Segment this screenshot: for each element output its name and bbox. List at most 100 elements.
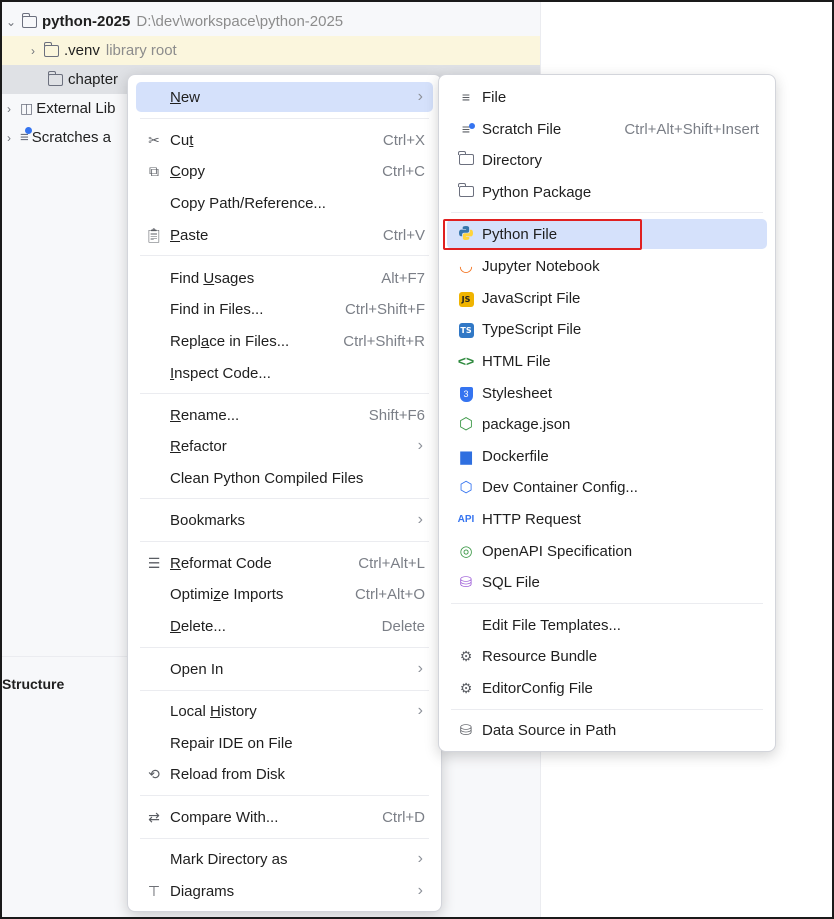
menu-item-find-in-files[interactable]: Find in Files... Ctrl+Shift+F [136, 294, 433, 324]
menu-item-repair-ide[interactable]: Repair IDE on File [136, 728, 433, 758]
chevron-right-icon[interactable]: › [26, 44, 40, 58]
menu-item-mark-directory[interactable]: Mark Directory as › [136, 844, 433, 874]
editorconfig-label: EditorConfig File [482, 679, 593, 697]
scratch-file-label: Scratch File [482, 120, 562, 138]
menu-item-copy-path[interactable]: Copy Path/Reference... [136, 188, 433, 218]
replace-post: ce in Files... [209, 332, 290, 350]
find-usages-pre: Find [170, 269, 204, 287]
compare-with-label: Compare With... [170, 808, 279, 826]
menu-item-copy[interactable]: ⧉ Copy Ctrl+C [136, 156, 433, 186]
new-item-resource-bundle[interactable]: ⚙ Resource Bundle [447, 641, 767, 671]
project-path: D:\dev\workspace\python-2025 [136, 13, 344, 30]
new-item-stylesheet[interactable]: 3 Stylesheet [447, 378, 767, 408]
menu-item-replace-in-files[interactable]: Replace in Files... Ctrl+Shift+R [136, 326, 433, 356]
menu-item-cut[interactable]: ✂ Cut Ctrl+X [136, 125, 433, 155]
cut-shortcut: Ctrl+X [382, 131, 425, 149]
chevron-right-icon: › [417, 511, 423, 528]
menu-item-reformat-code[interactable]: ☰ Reformat Code Ctrl+Alt+L [136, 548, 433, 578]
structure-title: Structure [2, 676, 65, 692]
new-item-directory[interactable]: Directory [447, 145, 767, 175]
menu-item-diagrams[interactable]: ⊤ Diagrams › [136, 876, 433, 906]
repair-ide-label: Repair IDE on File [170, 734, 293, 752]
chevron-right-icon[interactable]: › [2, 131, 16, 145]
menu-item-refactor[interactable]: Refactor › [136, 431, 433, 461]
css-icon: 3 [457, 384, 475, 402]
new-item-typescript[interactable]: TS TypeScript File [447, 314, 767, 344]
data-source-label: Data Source in Path [482, 721, 617, 739]
clipboard-icon: 📋︎ [145, 226, 163, 243]
external-libraries-label: External Lib [36, 100, 116, 117]
new-item-sql[interactable]: ⛁ SQL File [447, 567, 767, 597]
new-item-scratch-file[interactable]: ≡ Scratch File Ctrl+Alt+Shift+Insert [447, 114, 767, 144]
new-item-html[interactable]: <> HTML File [447, 346, 767, 376]
context-menu: New › ✂ Cut Ctrl+X ⧉ Copy Ctrl+C Copy Pa… [127, 74, 442, 912]
chevron-right-icon: › [417, 88, 423, 105]
file-lines-icon: ≡ [461, 89, 471, 105]
tree-row-project[interactable]: ⌄ python-2025 D:\dev\workspace\python-20… [0, 7, 540, 36]
menu-item-delete[interactable]: Delete... Delete [136, 611, 433, 641]
structure-panel-header: Structure [0, 656, 130, 716]
menu-item-reload-from-disk[interactable]: ⟲ Reload from Disk [136, 759, 433, 789]
javascript-label: JavaScript File [482, 289, 581, 307]
menu-item-clean-compiled[interactable]: Clean Python Compiled Files [136, 463, 433, 493]
menu-item-find-usages[interactable]: Find Usages Alt+F7 [136, 263, 433, 293]
menu-item-bookmarks[interactable]: Bookmarks › [136, 505, 433, 535]
tree-row-venv[interactable]: › .venv library root [0, 36, 540, 65]
menu-separator [140, 647, 429, 648]
replace-pre: Repl [170, 332, 201, 350]
chapter-label: chapter [68, 71, 119, 88]
chevron-right-icon[interactable]: › [2, 102, 16, 116]
paste-shortcut: Ctrl+V [382, 226, 425, 244]
menu-item-compare-with[interactable]: ⇄ Compare With... Ctrl+D [136, 802, 433, 832]
diagrams-label: Diagrams [170, 882, 235, 900]
reformat-icon: ☰ [147, 554, 161, 571]
scratch-file-icon: ≡ [457, 121, 475, 137]
chevron-right-icon: › [417, 702, 423, 719]
new-item-python-package[interactable]: Python Package [447, 177, 767, 207]
bookmarks-label: Bookmarks [170, 511, 246, 529]
new-item-edit-templates[interactable]: Edit File Templates... [447, 610, 767, 640]
menu-separator [451, 709, 763, 710]
rename-mnemonic: R [170, 406, 181, 424]
new-submenu: ≡ File ≡ Scratch File Ctrl+Alt+Shift+Ins… [438, 74, 776, 752]
new-item-openapi[interactable]: ◎ OpenAPI Specification [447, 536, 767, 566]
database-icon: ⛁ [459, 722, 473, 739]
new-item-dockerfile[interactable]: ▆ Dockerfile [447, 441, 767, 471]
new-item-dev-container[interactable]: ⬡ Dev Container Config... [447, 472, 767, 502]
new-item-file[interactable]: ≡ File [447, 82, 767, 112]
reformat-mnemonic: R [170, 554, 181, 572]
copy-label-mnemonic: C [170, 162, 181, 180]
copy-path-label: Copy Path/Reference... [170, 194, 326, 212]
find-usages-post: sages [214, 269, 255, 287]
html-icon: <> [457, 353, 475, 369]
reformat-post: eformat Code [180, 554, 272, 572]
menu-item-paste[interactable]: 📋︎ Paste Ctrl+V [136, 220, 433, 250]
database-icon: ⛁ [459, 574, 473, 591]
chevron-right-icon: › [417, 660, 423, 677]
clean-compiled-label: Clean Python Compiled Files [170, 469, 364, 487]
js-icon: JS [457, 289, 475, 307]
chevron-down-icon[interactable]: ⌄ [4, 15, 18, 29]
new-item-package-json[interactable]: ⬡ package.json [447, 409, 767, 439]
paste-label-post: aste [180, 226, 209, 244]
new-item-jupyter[interactable]: ◡ Jupyter Notebook [447, 251, 767, 281]
menu-item-rename[interactable]: Rename... Shift+F6 [136, 400, 433, 430]
jupyter-label: Jupyter Notebook [482, 257, 600, 275]
menu-item-inspect-code[interactable]: Inspect Code... [136, 358, 433, 388]
menu-item-new[interactable]: New › [136, 82, 433, 112]
http-request-label: HTTP Request [482, 510, 581, 528]
new-item-javascript[interactable]: JS JavaScript File [447, 283, 767, 313]
menu-item-open-in[interactable]: Open In › [136, 654, 433, 684]
js-badge: JS [458, 292, 474, 307]
new-item-data-source[interactable]: ⛁ Data Source in Path [447, 715, 767, 745]
gear-icon: ⚙ [459, 679, 473, 696]
openapi-label: OpenAPI Specification [482, 542, 633, 560]
optimize-pre: Optimi [170, 585, 214, 603]
new-item-editorconfig[interactable]: ⚙ EditorConfig File [447, 673, 767, 703]
new-item-http-request[interactable]: API HTTP Request [447, 504, 767, 534]
menu-item-local-history[interactable]: Local History › [136, 696, 433, 726]
delete-mnemonic: D [170, 617, 181, 635]
menu-item-optimize-imports[interactable]: Optimize Imports Ctrl+Alt+O [136, 579, 433, 609]
python-package-icon [457, 183, 475, 200]
library-root-note: library root [105, 42, 177, 59]
